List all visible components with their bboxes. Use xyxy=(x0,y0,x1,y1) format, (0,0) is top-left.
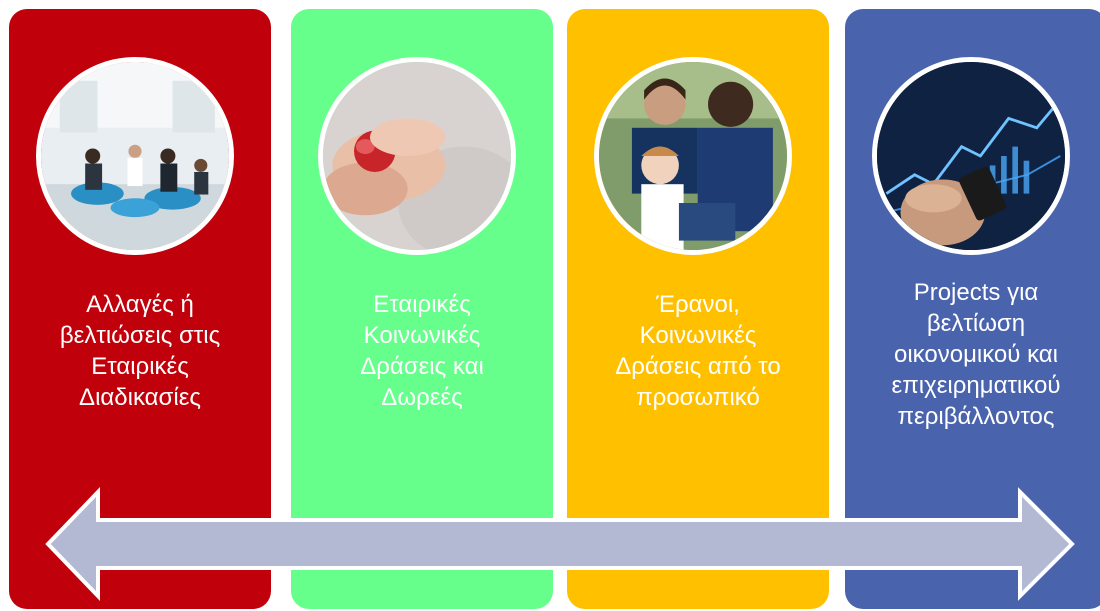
card-label-line: επιχειρηματικού xyxy=(891,372,1061,399)
card-label-line: Δράσεις από το xyxy=(615,353,781,380)
card-label-line: Διαδικασίες xyxy=(79,384,201,411)
hands-holding-heart-photo xyxy=(318,57,516,255)
card-label-line: προσωπικό xyxy=(636,384,760,411)
volunteers-group-photo xyxy=(594,57,792,255)
card-label: Αλλαγές ή βελτιώσεις στις Εταιρικές Διαδ… xyxy=(15,289,265,489)
card-economic-environment-projects: Projects για βελτίωση οικονομικού και επ… xyxy=(845,9,1100,609)
diagram-canvas: Αλλαγές ή βελτιώσεις στις Εταιρικές Διαδ… xyxy=(0,0,1100,611)
financial-charts-photo xyxy=(872,57,1070,255)
card-label-line: Projects για xyxy=(913,279,1039,306)
card-label-line: Δράσεις και xyxy=(360,353,484,380)
card-label-line: Κοινωνικές xyxy=(363,322,481,349)
card-label-line: βελτίωση xyxy=(926,310,1026,337)
card-social-actions-donations: Εταιρικές Κοινωνικές Δράσεις και Δωρεές xyxy=(291,9,553,609)
card-label-line: περιβάλλοντος xyxy=(897,403,1055,430)
card-corporate-processes: Αλλαγές ή βελτιώσεις στις Εταιρικές Διαδ… xyxy=(9,9,271,609)
card-label-line: Δωρεές xyxy=(381,384,463,411)
card-label-line: Εταιρικές xyxy=(373,291,471,318)
card-label-line: βελτιώσεις στις xyxy=(59,322,221,349)
card-label-line: Αλλαγές ή xyxy=(86,291,194,318)
card-label: Εταιρικές Κοινωνικές Δράσεις και Δωρεές xyxy=(297,289,547,489)
card-label-line: Εταιρικές xyxy=(91,353,189,380)
card-label-line: Έρανοι, xyxy=(656,291,740,318)
card-label: Έρανοι, Κοινωνικές Δράσεις από το προσωπ… xyxy=(573,289,823,489)
card-staff-fundraising: Έρανοι, Κοινωνικές Δράσεις από το προσωπ… xyxy=(567,9,829,609)
business-meeting-photo xyxy=(36,57,234,255)
card-label-line: οικονομικού και xyxy=(893,341,1058,368)
card-label-line: Κοινωνικές xyxy=(639,322,757,349)
card-label: Projects για βελτίωση οικονομικού και επ… xyxy=(851,277,1100,477)
